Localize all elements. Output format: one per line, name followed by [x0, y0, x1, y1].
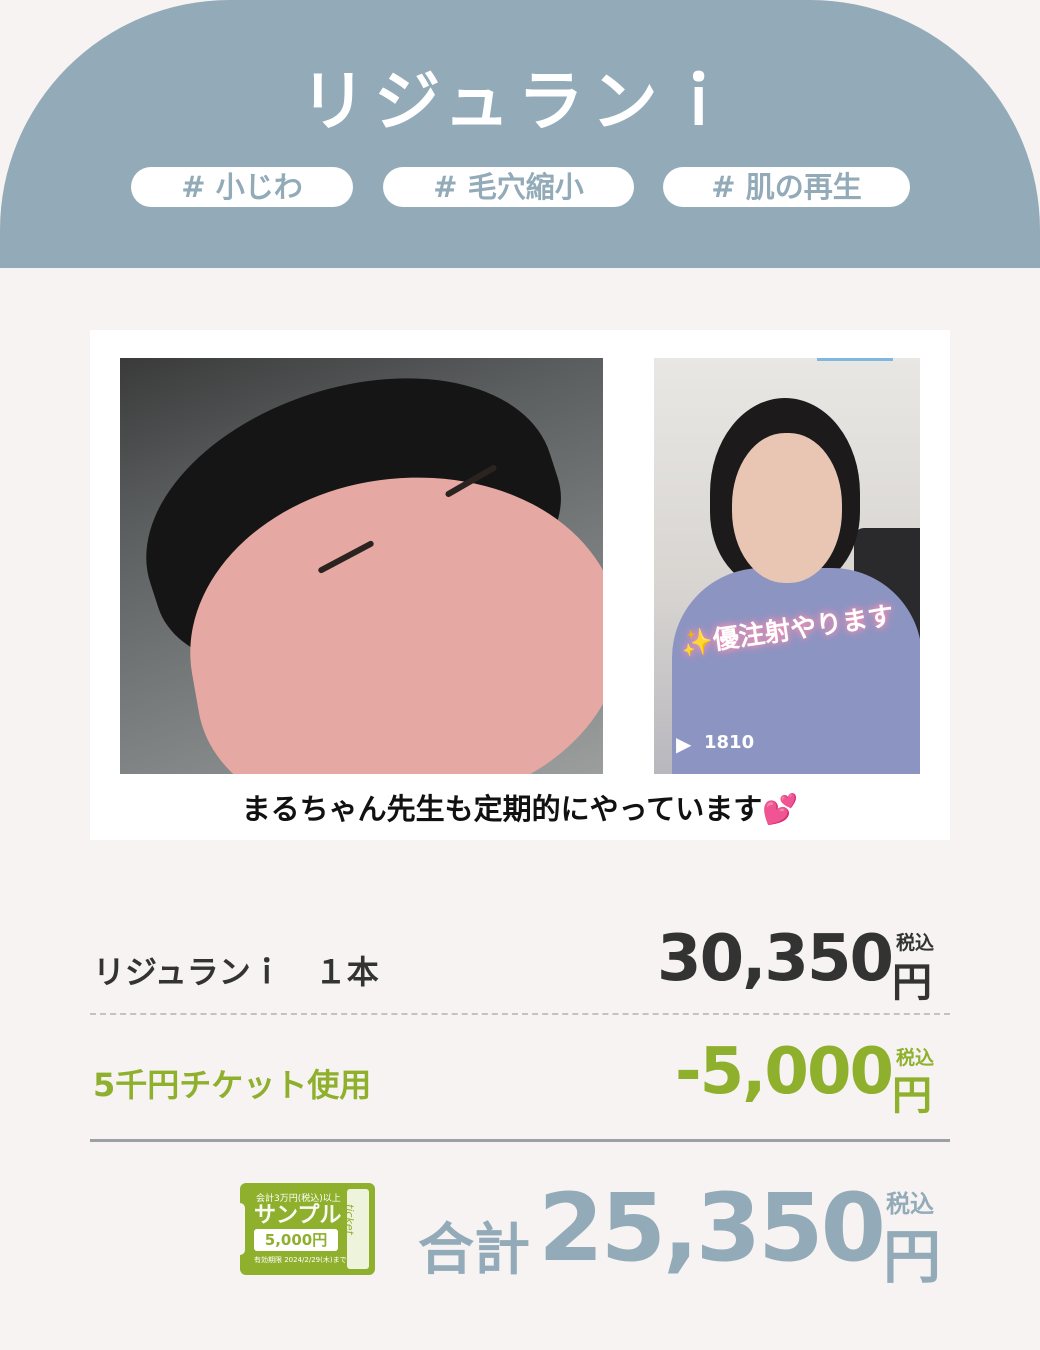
solid-divider [90, 1139, 950, 1142]
play-icon[interactable]: ▶ [676, 732, 691, 756]
ticket-amount: 5,000円 [254, 1229, 338, 1251]
treatment-card: リジュランｉ # 小じわ # 毛穴縮小 # 肌の再生 ✨優注射やります ▶ 18… [0, 0, 1040, 1350]
photo-panel: ✨優注射やります ▶ 1810 まるちゃん先生も定期的にやっています💕 [90, 330, 950, 840]
item-label: リジュランｉ １本 [93, 953, 379, 991]
total-tax-note: 税込 [886, 1190, 934, 1218]
ticket-sample-watermark: サンプル [254, 1203, 342, 1228]
total-price: 25,350 [538, 1174, 886, 1283]
discount-tax-note: 税込 [896, 1047, 935, 1069]
discount-ticket: ticket 会計3万円(税込)以上 サンプル 5,000円 有効期限 2024… [235, 1183, 375, 1275]
tag-skin-regeneration[interactable]: # 肌の再生 [663, 167, 910, 207]
total-currency: 円 [883, 1223, 942, 1291]
tag-wrinkles[interactable]: # 小じわ [131, 167, 353, 207]
doctor-face [732, 433, 842, 583]
total-label: 合計 [418, 1218, 530, 1283]
tag-pores[interactable]: # 毛穴縮小 [383, 167, 634, 207]
view-count: 1810 [704, 732, 755, 753]
item-currency: 円 [892, 960, 932, 1006]
discount-currency: 円 [892, 1073, 932, 1119]
page-title: リジュランｉ [300, 63, 740, 140]
item-price: 30,350 [657, 922, 894, 996]
photo-caption: まるちゃん先生も定期的にやっています💕 [241, 792, 799, 826]
video-thumbnail[interactable]: ✨優注射やります ▶ 1810 [654, 358, 920, 774]
discount-label: 5千円チケット使用 [93, 1066, 372, 1104]
dashed-divider [90, 1013, 950, 1015]
discount-price: -5,000 [675, 1035, 894, 1109]
header-banner: リジュランｉ # 小じわ # 毛穴縮小 # 肌の再生 [0, 0, 1040, 268]
progress-bar [817, 358, 893, 361]
ticket-notch [235, 1203, 245, 1255]
treatment-photo [120, 358, 603, 774]
ticket-script: ticket [343, 1204, 357, 1235]
ticket-expiry: 有効期限 2024/2/29(木)まで [254, 1256, 347, 1264]
item-tax-note: 税込 [896, 932, 935, 954]
